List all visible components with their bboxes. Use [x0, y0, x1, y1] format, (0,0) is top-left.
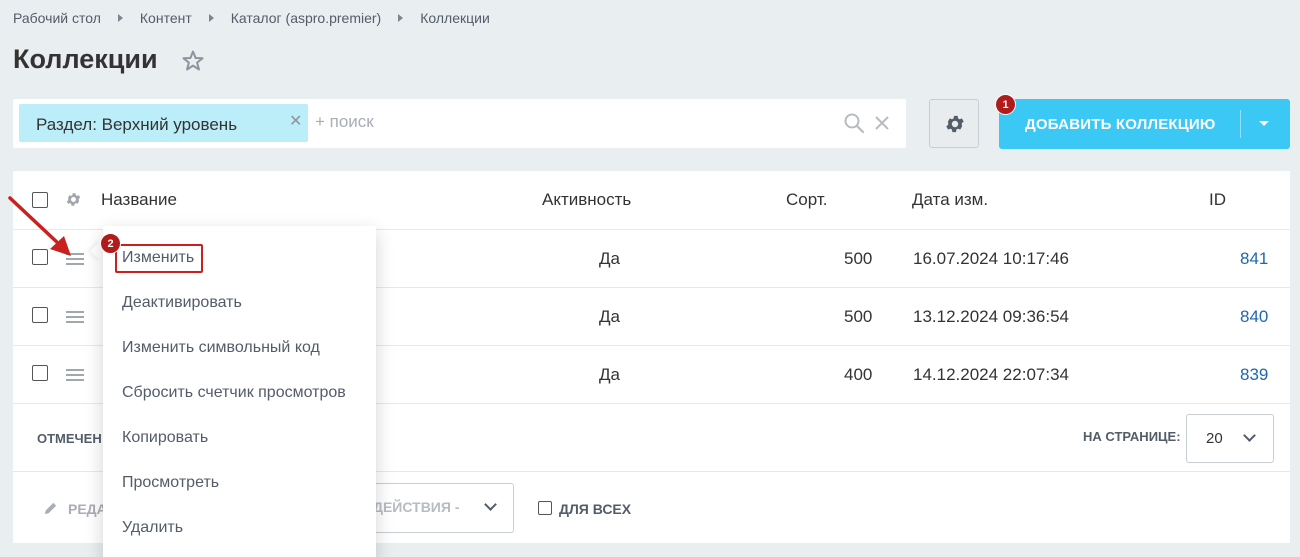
group-actions-label: ДЕЙСТВИЯ - [373, 499, 460, 515]
clear-icon[interactable] [874, 115, 890, 131]
per-page-select[interactable]: 20 [1186, 414, 1274, 463]
annotation-badge-1: 1 [995, 94, 1016, 115]
pencil-icon [44, 502, 57, 515]
cell-date: 14.12.2024 22:07:34 [913, 365, 1069, 384]
row-checkbox[interactable] [32, 365, 48, 381]
breadcrumb-item-catalog[interactable]: Каталог (aspro.premier) [231, 10, 381, 26]
per-page-value: 20 [1206, 430, 1223, 447]
cell-date: 16.07.2024 10:17:46 [913, 249, 1069, 268]
menu-item-delete[interactable]: Удалить [122, 519, 183, 537]
breadcrumb-separator-icon [398, 14, 404, 22]
add-collection-label: ДОБАВИТЬ КОЛЛЕКЦИЮ [1025, 116, 1216, 133]
cell-id-link[interactable]: 841 [1240, 249, 1268, 269]
filter-tag-label: Раздел: Верхний уровень [36, 115, 238, 134]
annotation-badge-2: 2 [100, 233, 121, 254]
column-header-active[interactable]: Активность [542, 190, 631, 210]
cell-active: Да [599, 307, 620, 326]
settings-button[interactable] [929, 99, 979, 148]
button-divider [1240, 110, 1241, 138]
burger-icon[interactable] [66, 311, 84, 323]
column-header-date[interactable]: Дата изм. [912, 190, 988, 210]
breadcrumb-separator-icon [117, 14, 123, 22]
per-page-label: НА СТРАНИЦЕ: [1083, 429, 1181, 444]
cell-sort: 500 [844, 249, 873, 268]
cell-sort: 500 [844, 307, 873, 326]
marked-count-label: ОТМЕЧЕН [37, 431, 102, 446]
edit-button[interactable]: РЕДА [68, 501, 107, 517]
filter-tag[interactable]: Раздел: Верхний уровень [19, 104, 308, 142]
column-header-sort[interactable]: Сорт. [786, 190, 827, 210]
cell-date: 13.12.2024 09:36:54 [913, 307, 1069, 326]
chevron-down-icon [1243, 429, 1256, 442]
menu-item-edit-code[interactable]: Изменить символьный код [122, 339, 320, 357]
row-context-menu: Изменить Деактивировать Изменить символь… [103, 226, 376, 557]
menu-item-reset-views[interactable]: Сбросить счетчик просмотров [122, 384, 346, 402]
page-title: Коллекции [13, 44, 158, 74]
breadcrumb-item-content[interactable]: Контент [140, 10, 192, 26]
menu-item-copy[interactable]: Копировать [122, 429, 208, 447]
breadcrumb-item-collections[interactable]: Коллекции [420, 10, 490, 26]
cell-id-link[interactable]: 840 [1240, 307, 1268, 327]
column-header-name[interactable]: Название [101, 190, 177, 210]
star-icon[interactable] [181, 49, 205, 73]
for-all-label[interactable]: ДЛЯ ВСЕХ [559, 501, 631, 517]
burger-icon[interactable] [66, 369, 84, 381]
arrow-annotation [8, 196, 71, 256]
breadcrumb-item-desktop[interactable]: Рабочий стол [13, 10, 101, 26]
breadcrumb-separator-icon [208, 14, 214, 22]
for-all-checkbox[interactable] [538, 501, 552, 515]
annotation-highlight-box [115, 244, 203, 273]
grid-header: Название Активность Сорт. Дата изм. ID [13, 171, 1290, 230]
cell-active: Да [599, 249, 620, 268]
caret-down-icon[interactable] [1259, 121, 1269, 126]
column-header-id[interactable]: ID [1209, 190, 1226, 210]
row-checkbox[interactable] [32, 307, 48, 323]
breadcrumb: Рабочий стол Контент Каталог (aspro.prem… [13, 10, 490, 26]
search-input[interactable]: + поиск [315, 112, 374, 132]
menu-item-deactivate[interactable]: Деактивировать [122, 294, 242, 312]
gear-icon [946, 115, 964, 133]
cell-id-link[interactable]: 839 [1240, 365, 1268, 385]
search-icon[interactable] [843, 112, 865, 134]
filter-search-box[interactable]: Раздел: Верхний уровень ✕ + поиск [13, 99, 906, 148]
tag-remove-icon[interactable]: ✕ [289, 111, 302, 131]
cell-active: Да [599, 365, 620, 384]
group-actions-select[interactable]: ДЕЙСТВИЯ - [353, 483, 514, 533]
menu-item-view[interactable]: Просмотреть [122, 474, 219, 492]
chevron-down-icon [484, 498, 497, 511]
cell-sort: 400 [844, 365, 873, 384]
add-collection-button[interactable]: ДОБАВИТЬ КОЛЛЕКЦИЮ [999, 99, 1290, 149]
